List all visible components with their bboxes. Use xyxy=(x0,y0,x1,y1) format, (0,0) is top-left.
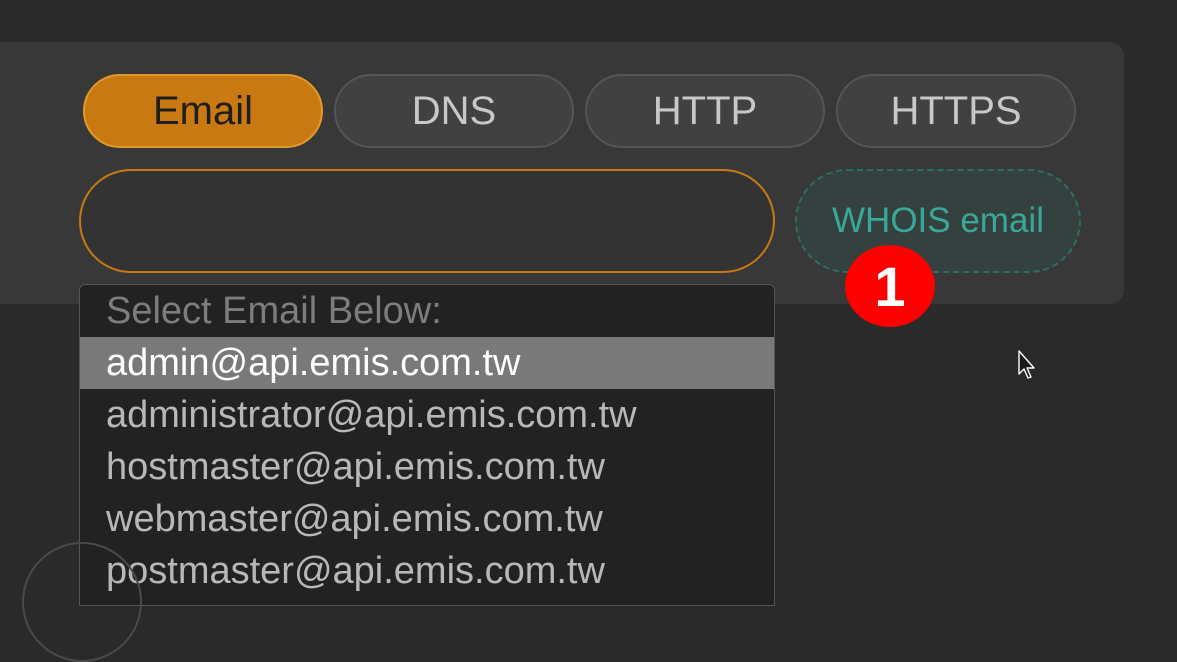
mouse-pointer-icon xyxy=(1018,350,1035,379)
dropdown-option-hostmaster[interactable]: hostmaster@api.emis.com.tw xyxy=(80,441,774,493)
whois-email-button[interactable]: WHOIS email xyxy=(795,169,1081,273)
background-circle xyxy=(22,542,142,662)
tab-https[interactable]: HTTPS xyxy=(836,74,1076,148)
step-number-badge: 1 xyxy=(845,245,935,327)
tab-http[interactable]: HTTP xyxy=(585,74,825,148)
dropdown-option-postmaster[interactable]: postmaster@api.emis.com.tw xyxy=(80,545,774,597)
email-dropdown[interactable]: Select Email Below: admin@api.emis.com.t… xyxy=(79,284,775,606)
dropdown-header: Select Email Below: xyxy=(106,290,442,332)
dropdown-option-administrator[interactable]: administrator@api.emis.com.tw xyxy=(80,389,774,441)
dropdown-option-webmaster[interactable]: webmaster@api.emis.com.tw xyxy=(80,493,774,545)
email-input[interactable] xyxy=(79,169,775,273)
dropdown-option-admin[interactable]: admin@api.emis.com.tw xyxy=(80,337,774,389)
tab-email[interactable]: Email xyxy=(83,74,323,148)
tab-dns[interactable]: DNS xyxy=(334,74,574,148)
